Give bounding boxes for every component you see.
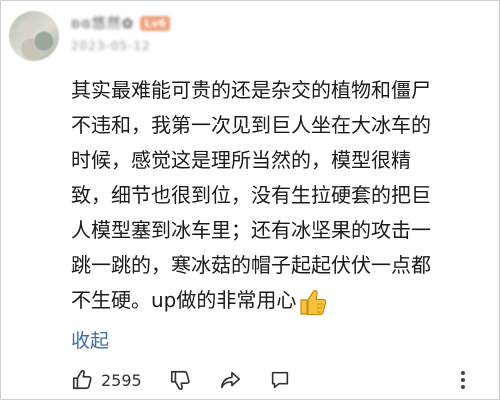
like-icon [71, 369, 93, 391]
like-button[interactable]: 2595 [71, 365, 142, 395]
comment-actions: 2595 [71, 365, 491, 395]
reply-icon [269, 369, 291, 391]
username[interactable]: ʚɞ悠然✿ [71, 13, 134, 33]
collapse-link[interactable]: 收起 [71, 326, 109, 353]
level-badge: Lv6 [140, 15, 171, 31]
dislike-icon [169, 369, 191, 391]
comment-body: 其实最难能可贵的还是杂交的植物和僵尸 不违和，我第一次见到巨人坐在大冰车的 时候… [71, 73, 476, 318]
reply-button[interactable] [269, 365, 291, 395]
comment-card: ʚɞ悠然✿ Lv6 2023-05-12 其实最难能可贵的还是杂交的植物和僵尸 … [0, 0, 500, 400]
more-button[interactable] [459, 365, 467, 395]
author-header: ʚɞ悠然✿ Lv6 [71, 13, 171, 33]
comment-timestamp: 2023-05-12 [71, 39, 151, 53]
more-icon [459, 369, 467, 391]
share-icon [219, 369, 243, 391]
dislike-button[interactable] [169, 365, 191, 395]
share-button[interactable] [219, 365, 243, 395]
thumbs-up-emoji-icon [298, 288, 328, 316]
comment-text: 其实最难能可贵的还是杂交的植物和僵尸 不违和，我第一次见到巨人坐在大冰车的 时候… [71, 78, 431, 312]
like-count: 2595 [101, 370, 142, 390]
avatar[interactable] [9, 11, 59, 61]
